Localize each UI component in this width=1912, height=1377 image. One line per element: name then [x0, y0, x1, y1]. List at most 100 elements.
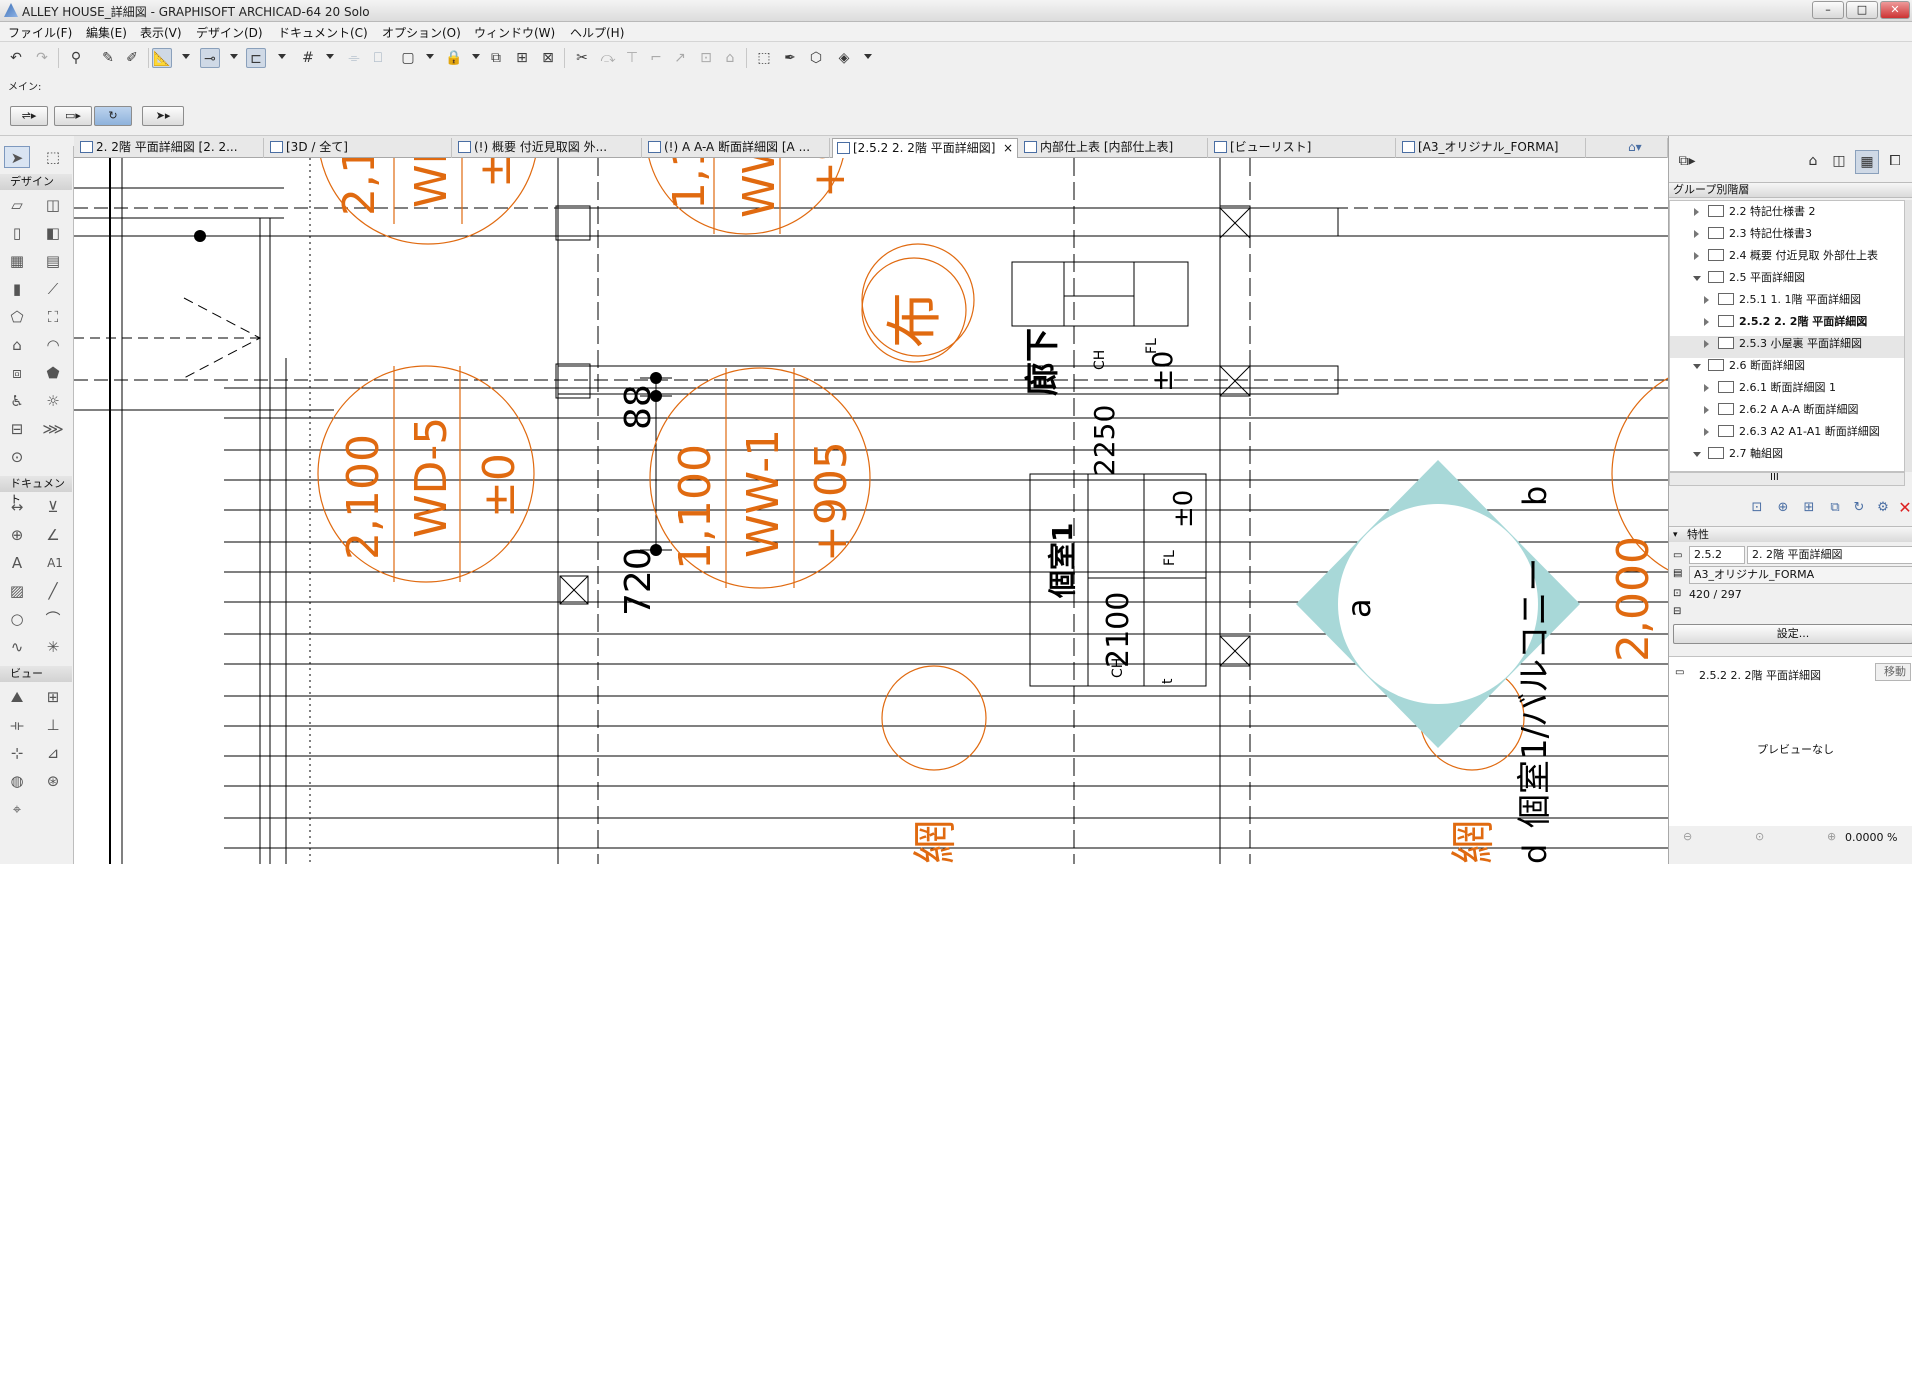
collapse-arrow-icon[interactable]: [1693, 364, 1701, 369]
marquee-tool-icon[interactable]: ⬚: [40, 146, 66, 168]
zoom-in-icon[interactable]: ⊕: [1827, 830, 1836, 843]
dropdown-arrow-icon[interactable]: [182, 54, 190, 59]
tree-item[interactable]: 2.5 平面詳細図: [1693, 267, 1805, 289]
column-tool-icon[interactable]: ▮: [4, 278, 30, 300]
dropdown-arrow-icon[interactable]: [426, 54, 434, 59]
radial-dimension-tool-icon[interactable]: ⊕: [4, 524, 30, 546]
adjust-icon[interactable]: ⤼: [598, 48, 618, 68]
trace-icon[interactable]: ⌯: [344, 48, 364, 68]
text-tool-icon[interactable]: A: [4, 552, 30, 574]
fillet-icon[interactable]: ⌐: [646, 48, 666, 68]
expand-arrow-icon[interactable]: [1694, 230, 1699, 238]
find-select-icon[interactable]: ⚲: [66, 48, 86, 68]
detail-tool-icon[interactable]: ◍: [4, 770, 30, 792]
offset-icon[interactable]: ↗: [670, 48, 690, 68]
arrow-tool-icon[interactable]: ➤: [4, 146, 30, 168]
door-tool-icon[interactable]: ◫: [40, 194, 66, 216]
zoom-fit-icon[interactable]: ⊙: [1755, 830, 1764, 843]
zone-tool-icon[interactable]: ⊟: [4, 418, 30, 440]
menu-options[interactable]: オプション(O): [378, 24, 465, 41]
menu-help[interactable]: ヘルプ(H): [566, 24, 628, 41]
collapse-icon[interactable]: ▾: [1673, 528, 1678, 543]
angle-dimension-tool-icon[interactable]: ∠: [40, 524, 66, 546]
layout-tree[interactable]: 2.2 特記仕様書 2 2.3 特記仕様書3 2.4 概要 付近見取 外部仕上表 2.…: [1669, 200, 1905, 472]
tab-list-dropdown[interactable]: ⌂▾: [1624, 138, 1668, 158]
expand-arrow-icon[interactable]: [1704, 384, 1709, 392]
tree-item[interactable]: 2.3 特記仕様書3: [1694, 223, 1812, 245]
suspend-group-icon[interactable]: ⊞: [512, 48, 532, 68]
expand-arrow-icon[interactable]: [1694, 252, 1699, 260]
tree-item[interactable]: 2.6.1 断面詳細図 1: [1704, 377, 1836, 399]
terrain-tool-icon[interactable]: ⋙: [40, 418, 66, 440]
menu-edit[interactable]: 編集(E): [82, 24, 131, 41]
tab-2-5-2-floor-plan[interactable]: [2.5.2 2. 2階 平面詳細図] ×: [832, 138, 1018, 158]
lock-icon[interactable]: 🔒: [444, 48, 464, 68]
navigator-group-header[interactable]: グループ別階層: [1669, 182, 1912, 198]
move-button[interactable]: 移動: [1875, 663, 1911, 681]
polyline-tool-icon[interactable]: ⌒: [40, 608, 66, 630]
group-icon[interactable]: ⧉: [486, 48, 506, 68]
menu-window[interactable]: ウィンドウ(W): [470, 24, 559, 41]
tab-a3-original-forma[interactable]: [A3_オリジナル_FORMA]: [1398, 138, 1586, 158]
morph-tool-icon[interactable]: ⬟: [40, 362, 66, 384]
circle-tool-icon[interactable]: ○: [4, 608, 30, 630]
settings-button[interactable]: 設定...: [1673, 624, 1912, 644]
expand-arrow-icon[interactable]: [1704, 406, 1709, 414]
toolbox-section-view[interactable]: ビュー: [0, 666, 72, 682]
tree-vertical-scrollbar[interactable]: [1905, 200, 1912, 472]
project-map-icon[interactable]: ⌂: [1801, 150, 1825, 174]
tab-overview-site-plan[interactable]: (!) 概要 付近見取図 外...: [454, 138, 642, 158]
beam-tool-icon[interactable]: ⟋: [40, 278, 66, 300]
marquee-icon[interactable]: ⬚: [754, 48, 774, 68]
marquee-shape-button[interactable]: ▭▸: [54, 106, 92, 126]
tab-2f-floor-plan[interactable]: 2. 2階 平面詳細図 [2. 2...: [76, 138, 264, 158]
dropdown-arrow-icon[interactable]: [864, 54, 872, 59]
menu-design[interactable]: デザイン(D): [192, 24, 267, 41]
properties-header[interactable]: ▾ 特性: [1669, 526, 1912, 542]
split-icon[interactable]: ⊡: [696, 48, 716, 68]
undo-icon[interactable]: ↶: [6, 48, 26, 68]
tree-horizontal-scrollbar[interactable]: III: [1669, 472, 1905, 486]
label-tool-icon[interactable]: A1: [38, 552, 72, 574]
menu-document[interactable]: ドキュメント(C): [274, 24, 372, 41]
window-tool-icon[interactable]: ▯: [4, 222, 30, 244]
line-tool-icon[interactable]: ╱: [40, 580, 66, 602]
tab-view-list[interactable]: [ビューリスト]: [1210, 138, 1396, 158]
close-tab-icon[interactable]: ×: [1003, 139, 1013, 157]
guide-line-icon[interactable]: ⊸: [200, 48, 220, 68]
geometry-method-button[interactable]: ⇌▸: [10, 106, 48, 126]
camera-view-tool-icon[interactable]: ⌖: [4, 798, 30, 820]
delete-icon[interactable]: ✕: [1895, 498, 1912, 518]
rotate-method-button[interactable]: ↻: [94, 106, 132, 126]
new-master-icon[interactable]: ⊞: [1799, 498, 1819, 518]
menu-file[interactable]: ファイル(F): [4, 24, 76, 41]
view-map-icon[interactable]: ◫: [1827, 150, 1851, 174]
interior-elevation-tool-icon[interactable]: ⊹: [4, 742, 30, 764]
tree-item[interactable]: 2.6.3 A2 A1-A1 断面詳細図: [1704, 421, 1880, 443]
collapse-arrow-icon[interactable]: [1693, 276, 1701, 281]
expand-arrow-icon[interactable]: [1704, 428, 1709, 436]
tab-interior-finish-table[interactable]: 内部仕上表 [内部仕上表]: [1020, 138, 1208, 158]
toolbox-section-design[interactable]: デザイン: [0, 174, 72, 190]
maximize-button[interactable]: □: [1846, 1, 1878, 19]
scroll-grip[interactable]: III: [1770, 472, 1779, 483]
eyedropper-icon[interactable]: ✎: [98, 48, 118, 68]
redo-icon[interactable]: ↷: [32, 48, 52, 68]
layout-book-icon[interactable]: ▦: [1855, 150, 1879, 174]
shell-tool-icon[interactable]: ◠: [40, 334, 66, 356]
lamp-tool-icon[interactable]: ☼: [40, 390, 66, 412]
dropdown-arrow-icon[interactable]: [472, 54, 480, 59]
tab-3d-all[interactable]: [3D / 全て]: [266, 138, 452, 158]
scissors-icon[interactable]: ✂: [572, 48, 592, 68]
arrow-select-button[interactable]: ➤▸: [142, 106, 184, 126]
drawing-tool-icon[interactable]: ⊞: [40, 686, 66, 708]
publisher-icon[interactable]: ⧠: [1883, 150, 1907, 174]
tree-item[interactable]: 2.4 概要 付近見取 外部仕上表: [1694, 245, 1878, 267]
layout-id-field[interactable]: 2.5.2: [1689, 546, 1745, 564]
level-dimension-tool-icon[interactable]: ⊻: [40, 496, 66, 518]
tree-item[interactable]: 2.7 軸組図: [1693, 443, 1783, 465]
figure-tool-icon[interactable]: ⛰: [4, 686, 30, 708]
render-icon[interactable]: ◈: [834, 48, 854, 68]
update-icon[interactable]: ↻: [1849, 498, 1869, 518]
slab-tool-icon[interactable]: ⬠: [4, 306, 30, 328]
